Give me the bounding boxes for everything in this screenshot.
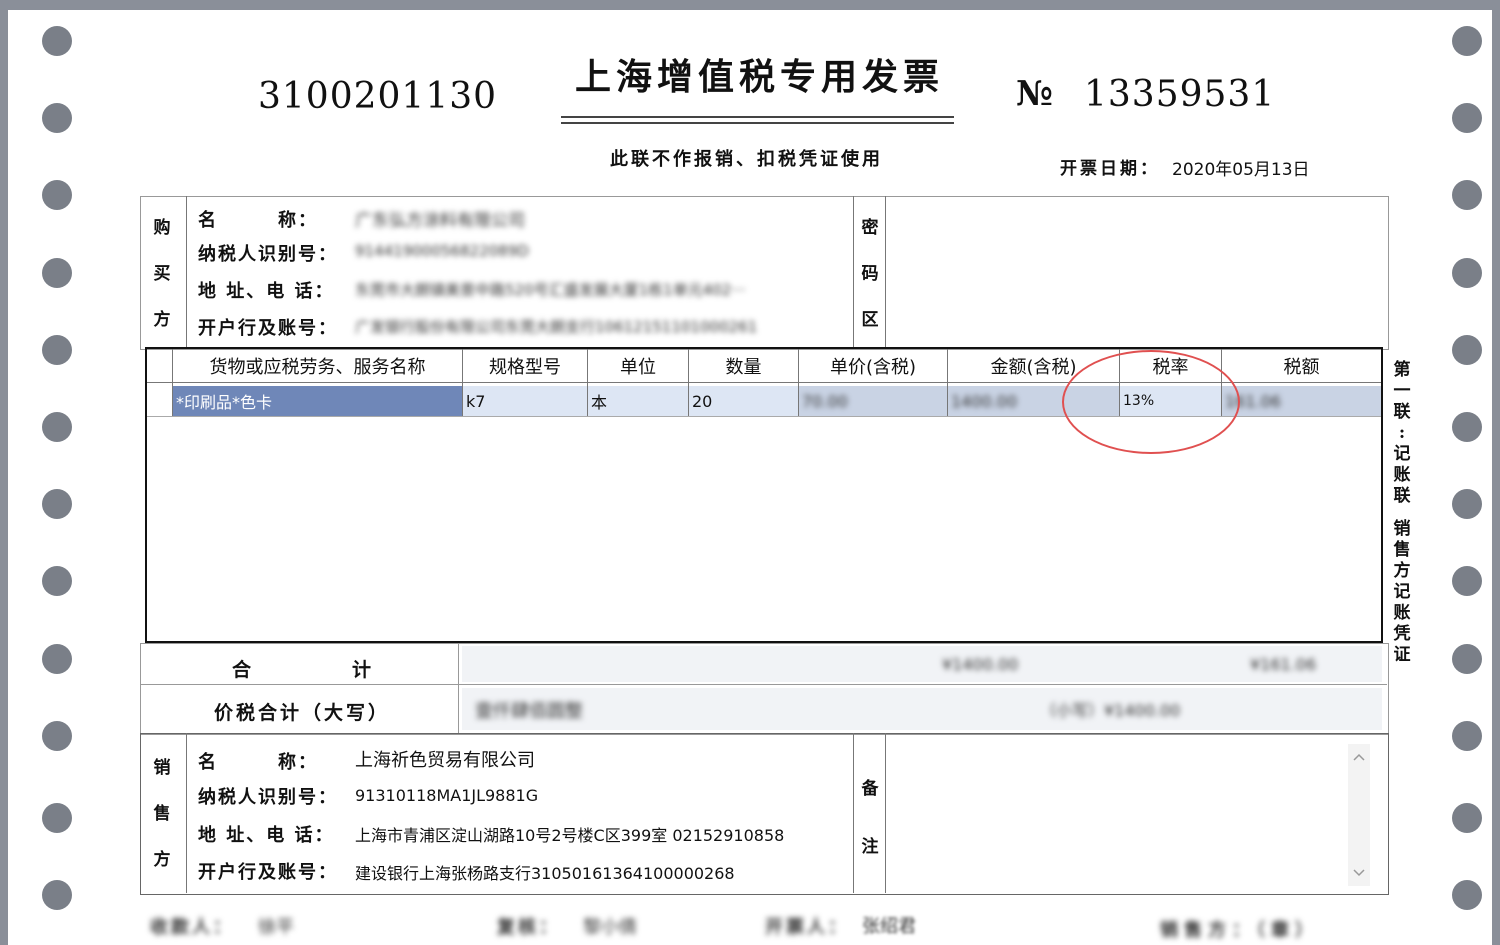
annotation-circle <box>1062 350 1240 454</box>
punch-hole <box>42 803 72 833</box>
seller-bank-label: 开户行及账号： <box>198 862 338 883</box>
punch-hole <box>42 412 72 442</box>
seller-name-value: 上海祈色贸易有限公司 <box>355 750 535 771</box>
header-tax: 税额 <box>1283 357 1320 378</box>
punch-hole <box>42 644 72 674</box>
divider <box>458 643 459 733</box>
header-spec: 规格型号 <box>489 357 561 378</box>
divider <box>885 733 886 893</box>
cell-tax[interactable]: 161.06 <box>1222 386 1381 416</box>
title-underline <box>561 116 954 118</box>
buyer-addr-label: 地 址、电 话： <box>198 281 335 302</box>
buyer-name-value: 广东弘方涂料有限公司 <box>355 211 525 231</box>
buyer-bank-value: 广发银行股份有限公司东莞大朗支行10612151101000261 <box>355 318 758 336</box>
divider <box>853 733 854 893</box>
cipher-side-label: 密 码 区 <box>861 218 879 330</box>
punch-hole <box>42 103 72 133</box>
punch-hole <box>1452 103 1482 133</box>
payee-value: 徐平 <box>258 917 294 938</box>
punch-hole <box>1452 26 1482 56</box>
grand-total-words: 壹仟肆佰圆整 <box>475 701 583 722</box>
grand-row-bg <box>462 688 1382 730</box>
seller-addr-label: 地 址、电 话： <box>198 825 335 846</box>
invoice-subtitle: 此联不作报销、扣税凭证使用 <box>610 149 883 170</box>
punch-hole <box>1452 412 1482 442</box>
header-unit-price: 单价(含税) <box>829 357 917 378</box>
buyer-side-label: 购 买 方 <box>153 218 171 330</box>
punch-hole <box>1452 721 1482 751</box>
punch-hole <box>42 880 72 910</box>
punch-hole <box>1452 335 1482 365</box>
sum-label-2: 计 <box>352 659 372 681</box>
punch-hole <box>42 26 72 56</box>
cell-qty[interactable]: 20 <box>689 386 798 416</box>
chevron-down-icon[interactable] <box>1352 868 1366 878</box>
cell-spec[interactable]: k7 <box>463 386 587 416</box>
punch-hole <box>42 489 72 519</box>
punch-hole <box>1452 566 1482 596</box>
buyer-taxid-value: 91441900056822089D <box>355 242 529 260</box>
review-value: 黎小倩 <box>583 917 637 938</box>
header-qty: 数量 <box>725 357 762 378</box>
punch-hole <box>42 180 72 210</box>
sum-amount: ¥1400.00 <box>942 655 1019 674</box>
seller-addr-value: 上海市青浦区淀山湖路10号2号楼C区399室 02152910858 <box>355 826 785 845</box>
invoice-title: 上海增值税专用发票 <box>575 56 945 98</box>
divider <box>186 733 187 893</box>
cell-goods-name[interactable]: *印刷品*色卡 <box>173 386 462 416</box>
punch-hole <box>42 258 72 288</box>
drawer-value: 张绍君 <box>862 916 916 937</box>
grand-total-small: （小写）¥1400.00 <box>1040 701 1181 720</box>
buyer-addr-value: 东莞市大朗镇美景中路520号汇盛发展大厦1栋1单元402··· <box>355 281 746 299</box>
header-goods-name: 货物或应税劳务、服务名称 <box>209 357 426 378</box>
punch-hole <box>1452 803 1482 833</box>
remark-scrollbar[interactable] <box>1348 744 1370 886</box>
seller-taxid-value: 91310118MA1JL9881G <box>355 786 539 805</box>
punch-hole <box>1452 880 1482 910</box>
punch-hole <box>42 335 72 365</box>
punch-hole <box>1452 258 1482 288</box>
divider <box>186 196 187 348</box>
punch-hole <box>1452 644 1482 674</box>
cell-unit-price[interactable]: 70.00 <box>799 386 947 416</box>
header-unit: 单位 <box>620 357 656 378</box>
invoice-code: 3100201130 <box>258 76 498 117</box>
divider <box>140 684 1387 685</box>
seller-name-label: 名 称： <box>198 752 318 773</box>
cell-unit[interactable]: 本 <box>588 386 688 416</box>
seller-taxid-label: 纳税人识别号： <box>198 787 338 808</box>
buyer-taxid-label: 纳税人识别号： <box>198 244 338 265</box>
sum-row-bg <box>462 646 1382 682</box>
divider <box>885 196 886 348</box>
date-value: 2020年05月13日 <box>1172 160 1310 180</box>
date-label: 开票日期： <box>1060 159 1160 179</box>
buyer-bank-label: 开户行及账号： <box>198 318 338 339</box>
sum-label-1: 合 <box>232 659 252 681</box>
payee-label: 收款人： <box>150 917 234 938</box>
remark-side-label: 备 注 <box>861 779 879 857</box>
review-label: 复核： <box>497 917 560 938</box>
buyer-name-label: 名 称： <box>198 210 318 231</box>
chevron-up-icon[interactable] <box>1352 752 1366 762</box>
drawer-label: 开票人： <box>765 917 849 938</box>
sum-tax: ¥161.06 <box>1250 655 1317 674</box>
divider <box>853 196 854 348</box>
grand-total-label: 价税合计（大写） <box>214 702 391 724</box>
seller-side-label: 销 售 方 <box>153 758 171 870</box>
punch-hole <box>42 721 72 751</box>
title-underline <box>561 122 954 124</box>
invoice-number: 13359531 <box>1084 74 1276 115</box>
invoice-no-label: № <box>1016 74 1053 114</box>
punch-hole <box>1452 489 1482 519</box>
punch-hole <box>42 566 72 596</box>
copy-label: 第 一 联 : 记 账 联 销 售 方 记 账 凭 证 <box>1393 360 1411 665</box>
seller-stamp-label: 销售方：（章） <box>1160 920 1319 941</box>
seller-bank-value: 建设银行上海张杨路支行31050161364100000268 <box>355 864 735 883</box>
punch-hole <box>1452 180 1482 210</box>
